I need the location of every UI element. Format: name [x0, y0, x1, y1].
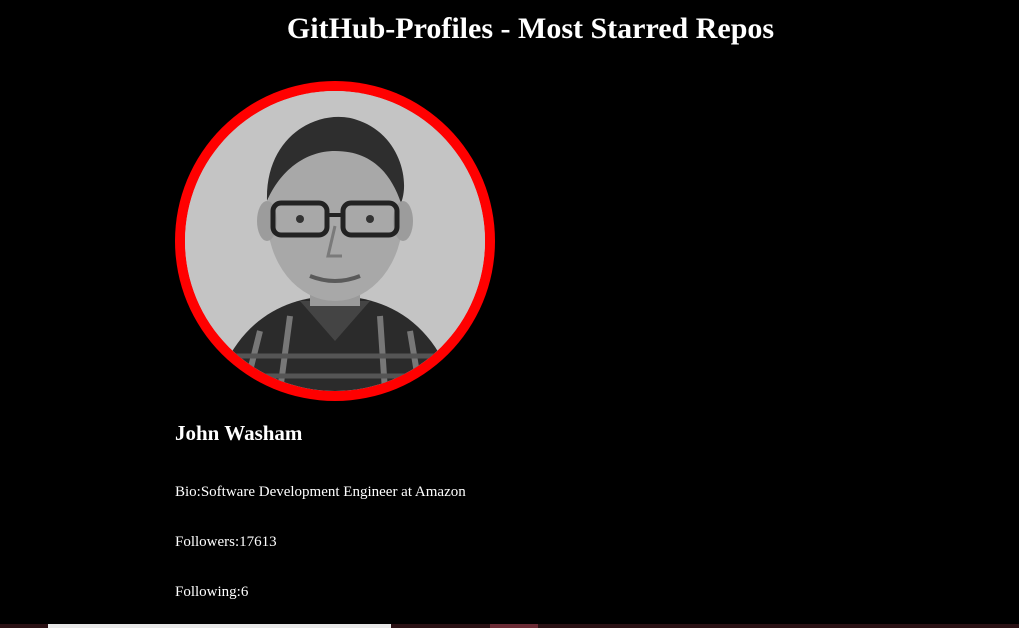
user-bio: Bio:Software Development Engineer at Ama… [175, 484, 466, 500]
following-count: Following:6 [175, 584, 249, 600]
profile-page: GitHub-Profiles - Most Starred Repos Joh… [0, 0, 1019, 628]
followers-count: Followers:17613 [175, 534, 277, 550]
user-name: John Washam [175, 421, 303, 445]
avatar-photo [185, 91, 485, 391]
page-title: GitHub-Profiles - Most Starred Repos [286, 12, 775, 45]
bottom-scroll-strip [0, 624, 1019, 628]
person-portrait-icon [185, 91, 485, 391]
bottom-strip-segment-accent [490, 624, 538, 628]
avatar [175, 81, 495, 401]
bottom-strip-segment [48, 624, 391, 628]
